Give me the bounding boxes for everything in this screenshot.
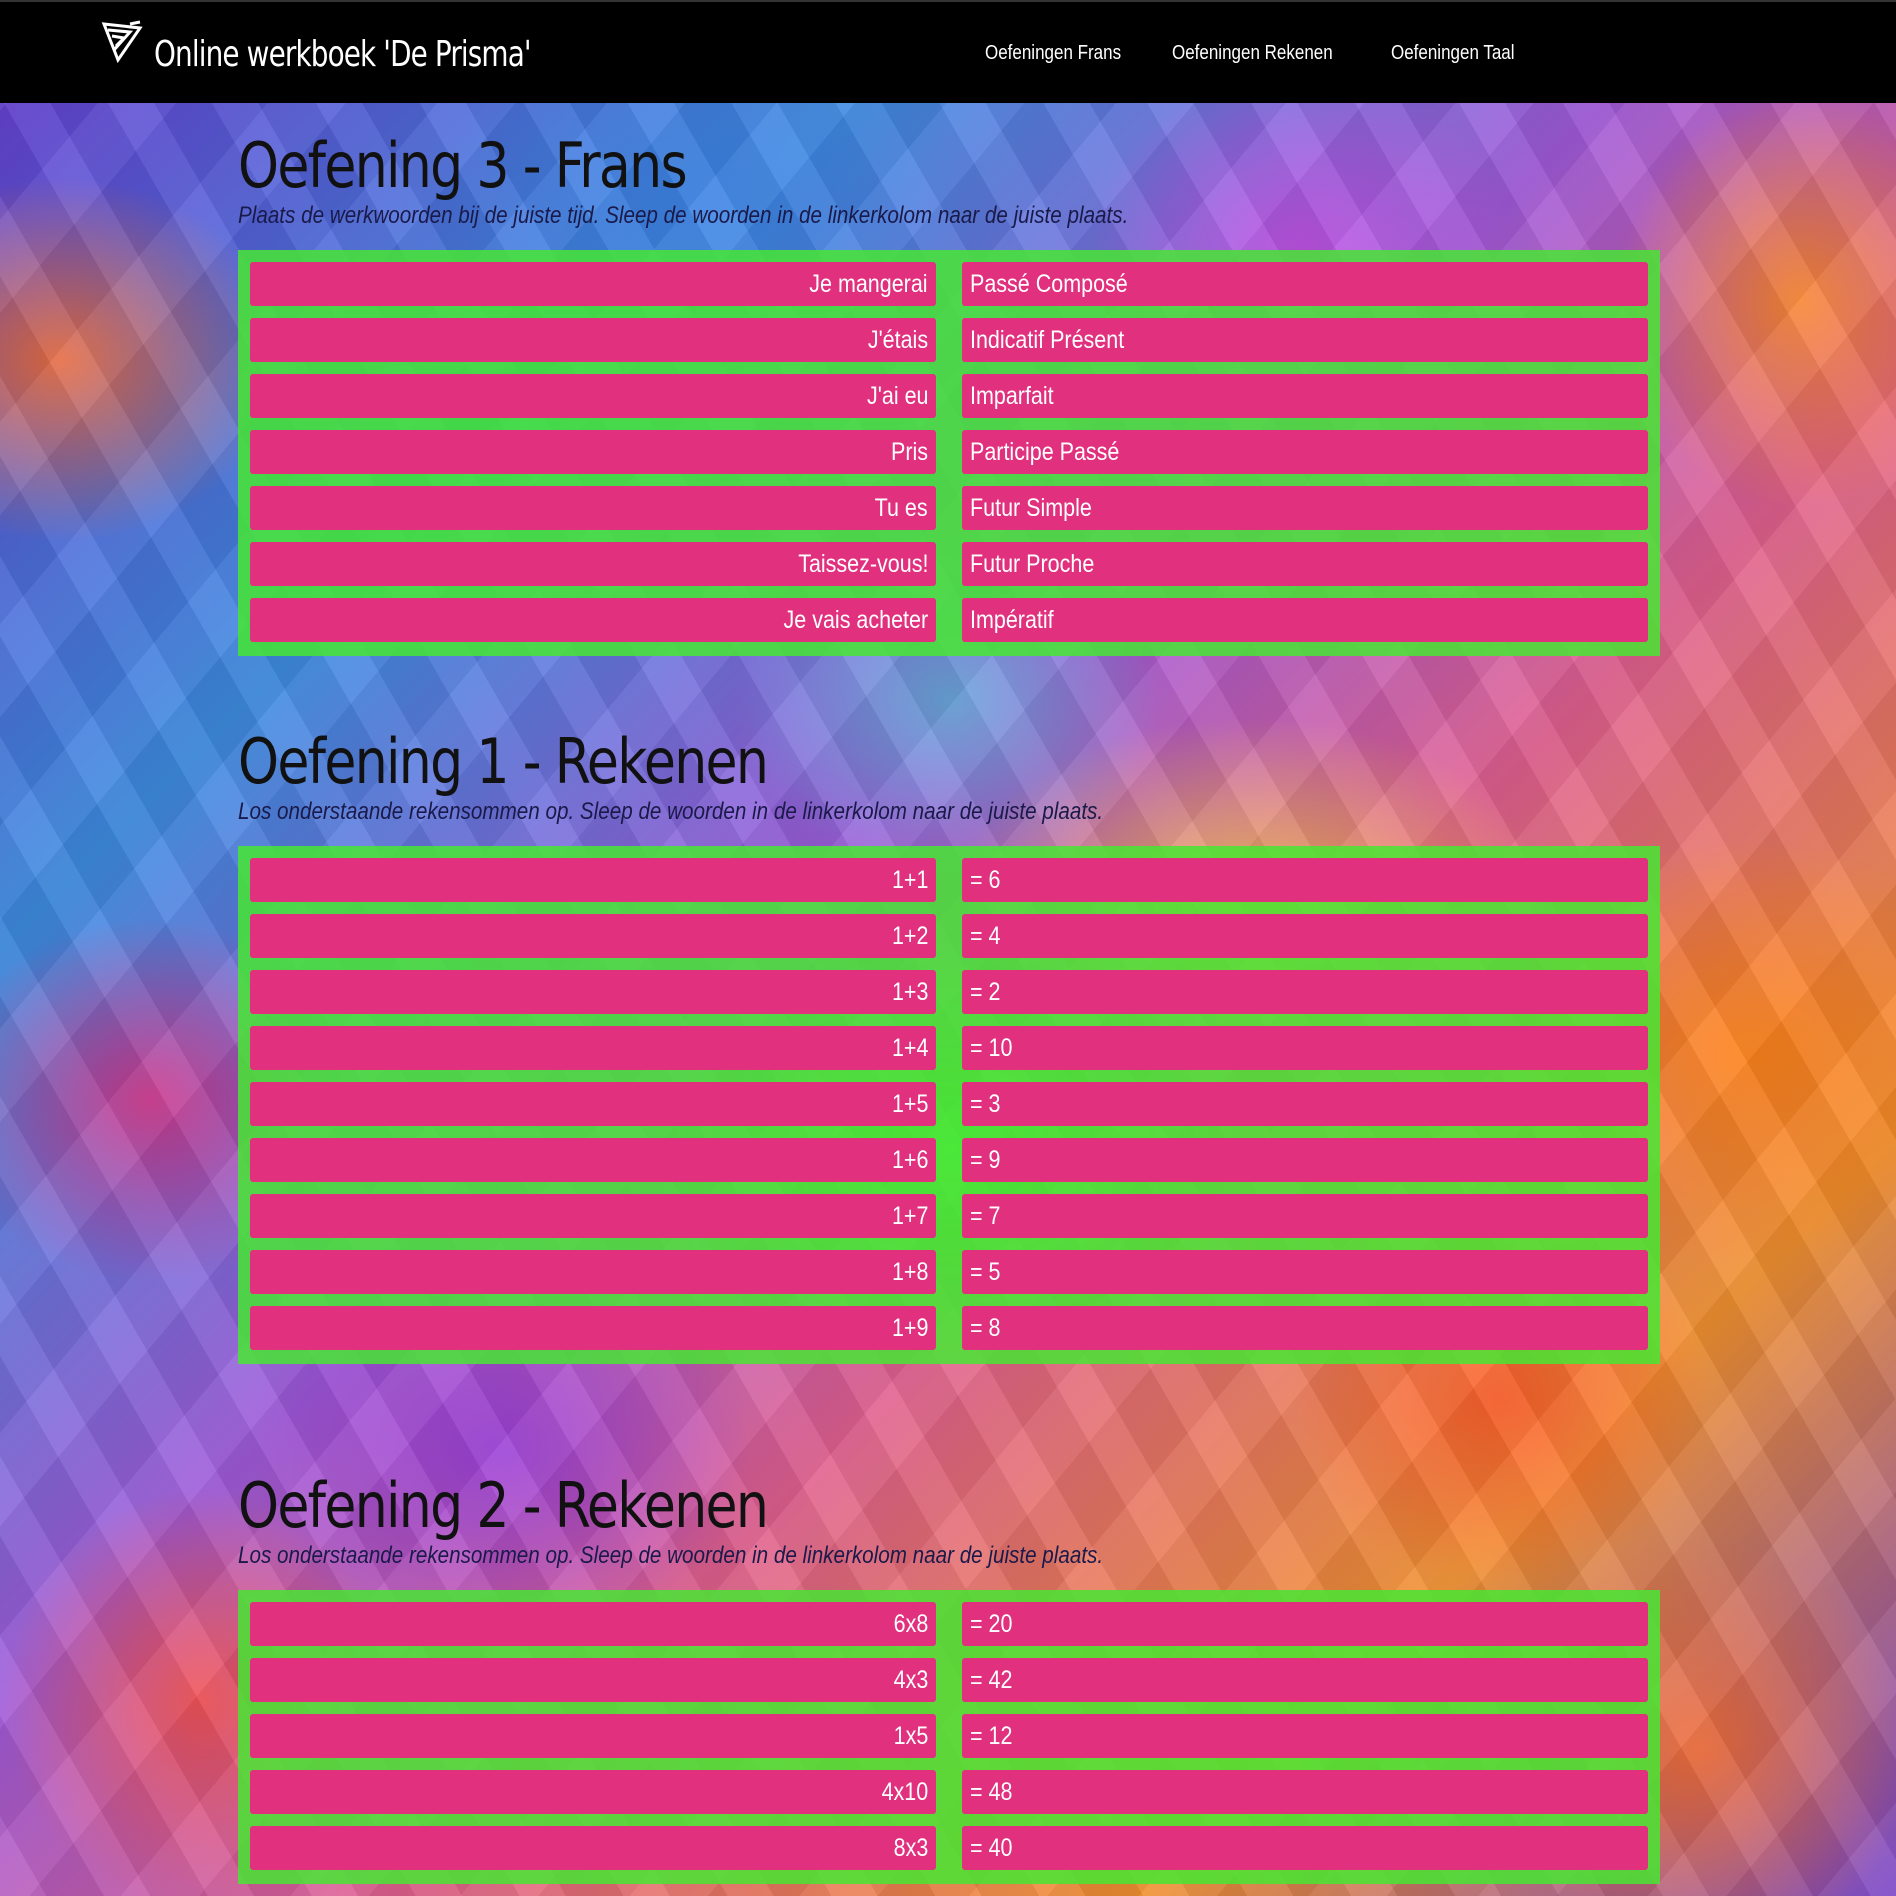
exercise-rekenen-1: Oefening 1 - Rekenen Los onderstaande re… bbox=[238, 727, 1660, 827]
exercise-frans-3: Oefening 3 - Frans Plaats de werkwoorden… bbox=[238, 131, 1660, 231]
draggable-item[interactable]: 1+7 bbox=[250, 1194, 936, 1238]
exercise-board: 1+1 = 6 1+2 = 4 1+3 = 2 1+4 = 10 1+5 = 3… bbox=[238, 846, 1660, 1364]
draggable-item[interactable]: 4x10 bbox=[250, 1770, 936, 1814]
drop-target[interactable]: = 4 bbox=[962, 914, 1648, 958]
draggable-item[interactable]: 1+6 bbox=[250, 1138, 936, 1182]
drop-target[interactable]: Indicatif Présent bbox=[962, 318, 1648, 362]
draggable-item[interactable]: Je vais acheter bbox=[250, 598, 936, 642]
exercise-description: Los onderstaande rekensommen op. Sleep d… bbox=[238, 1542, 1104, 1569]
exercise-title: Oefening 3 - Frans bbox=[238, 129, 688, 202]
drop-target[interactable]: = 48 bbox=[962, 1770, 1648, 1814]
drop-target[interactable]: Imparfait bbox=[962, 374, 1648, 418]
drop-target[interactable]: Impératif bbox=[962, 598, 1648, 642]
drop-target[interactable]: = 5 bbox=[962, 1250, 1648, 1294]
drop-target[interactable]: = 42 bbox=[962, 1658, 1648, 1702]
drop-target[interactable]: = 6 bbox=[962, 858, 1648, 902]
drop-target[interactable]: Passé Composé bbox=[962, 262, 1648, 306]
nav-link-rekenen[interactable]: Oefeningen Rekenen bbox=[1172, 42, 1333, 65]
draggable-item[interactable]: 1+3 bbox=[250, 970, 936, 1014]
exercise-description: Los onderstaande rekensommen op. Sleep d… bbox=[238, 798, 1104, 825]
draggable-item[interactable]: 1+5 bbox=[250, 1082, 936, 1126]
exercise-title: Oefening 1 - Rekenen bbox=[238, 725, 769, 798]
draggable-item[interactable]: 1+1 bbox=[250, 858, 936, 902]
site-title: Online werkboek 'De Prisma' bbox=[154, 34, 532, 75]
draggable-item[interactable]: Tu es bbox=[250, 486, 936, 530]
draggable-item[interactable]: 1+4 bbox=[250, 1026, 936, 1070]
draggable-item[interactable]: Je mangerai bbox=[250, 262, 936, 306]
drop-target[interactable]: = 9 bbox=[962, 1138, 1648, 1182]
draggable-item[interactable]: J'étais bbox=[250, 318, 936, 362]
draggable-item[interactable]: Pris bbox=[250, 430, 936, 474]
drop-target[interactable]: = 2 bbox=[962, 970, 1648, 1014]
exercise-title: Oefening 2 - Rekenen bbox=[238, 1469, 769, 1542]
drop-target[interactable]: = 3 bbox=[962, 1082, 1648, 1126]
draggable-item[interactable]: 4x3 bbox=[250, 1658, 936, 1702]
draggable-item[interactable]: Taissez-vous! bbox=[250, 542, 936, 586]
drop-target[interactable]: Futur Proche bbox=[962, 542, 1648, 586]
drop-target[interactable]: = 12 bbox=[962, 1714, 1648, 1758]
exercise-rekenen-2: Oefening 2 - Rekenen Los onderstaande re… bbox=[238, 1471, 1660, 1571]
drop-target[interactable]: = 8 bbox=[962, 1306, 1648, 1350]
draggable-item[interactable]: 8x3 bbox=[250, 1826, 936, 1870]
draggable-item[interactable]: 1+2 bbox=[250, 914, 936, 958]
drop-target[interactable]: Futur Simple bbox=[962, 486, 1648, 530]
exercise-board: Je mangerai Passé Composé J'étais Indica… bbox=[238, 250, 1660, 656]
drop-target[interactable]: = 20 bbox=[962, 1602, 1648, 1646]
drop-target[interactable]: = 40 bbox=[962, 1826, 1648, 1870]
exercise-description: Plaats de werkwoorden bij de juiste tijd… bbox=[238, 202, 1129, 229]
drop-target[interactable]: = 10 bbox=[962, 1026, 1648, 1070]
exercise-board: 6x8 = 20 4x3 = 42 1x5 = 12 4x10 = 48 8x3… bbox=[238, 1590, 1660, 1884]
navbar: Online werkboek 'De Prisma' Oefeningen F… bbox=[0, 0, 1896, 103]
draggable-item[interactable]: J'ai eu bbox=[250, 374, 936, 418]
drop-target[interactable]: Participe Passé bbox=[962, 430, 1648, 474]
drop-target[interactable]: = 7 bbox=[962, 1194, 1648, 1238]
nav-link-taal[interactable]: Oefeningen Taal bbox=[1391, 42, 1515, 65]
draggable-item[interactable]: 1x5 bbox=[250, 1714, 936, 1758]
draggable-item[interactable]: 6x8 bbox=[250, 1602, 936, 1646]
prism-logo-icon bbox=[101, 20, 143, 63]
brand[interactable]: Online werkboek 'De Prisma' bbox=[100, 20, 592, 75]
draggable-item[interactable]: 1+8 bbox=[250, 1250, 936, 1294]
draggable-item[interactable]: 1+9 bbox=[250, 1306, 936, 1350]
nav-link-frans[interactable]: Oefeningen Frans bbox=[985, 42, 1121, 65]
